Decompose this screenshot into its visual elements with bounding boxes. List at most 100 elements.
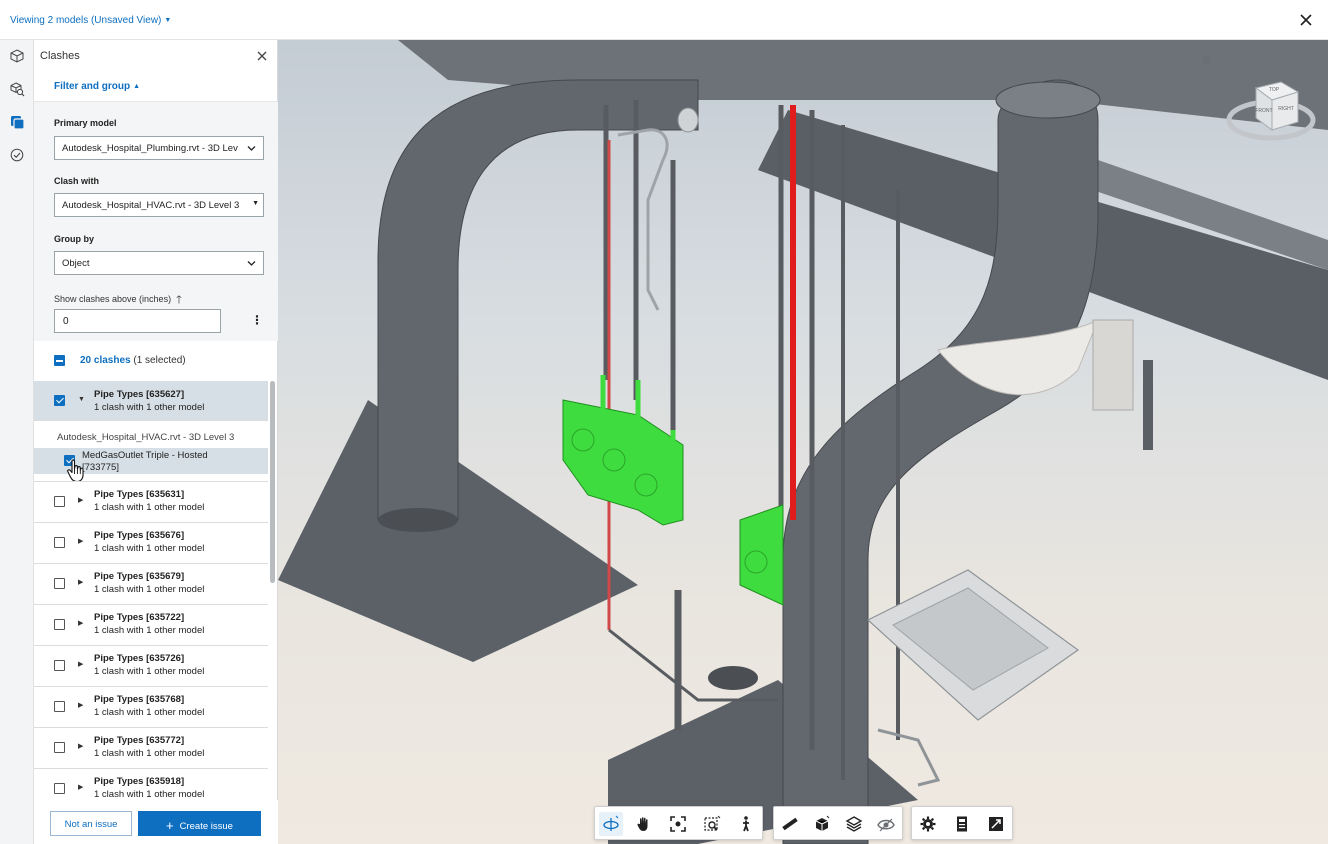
- clash-group-row[interactable]: ▶ Pipe Types [635772] 1 clash with 1 oth…: [34, 728, 268, 769]
- filter-toggle-label: Filter and group: [54, 81, 131, 92]
- model-properties-icon[interactable]: [950, 812, 974, 836]
- close-icon[interactable]: [1298, 12, 1314, 28]
- caret-up-icon: ▲: [133, 83, 141, 90]
- more-options-icon[interactable]: ⋮: [251, 313, 263, 329]
- chevron-down-icon: [246, 258, 257, 269]
- row-checkbox[interactable]: [54, 701, 65, 712]
- group-by-value: Object: [62, 258, 90, 269]
- clash-with-select[interactable]: Autodesk_Hospital_HVAC.rvt - 3D Level 3 …: [54, 193, 264, 217]
- visibility-eye-icon[interactable]: [874, 812, 898, 836]
- pan-hand-icon[interactable]: [632, 812, 656, 836]
- settings-gear-icon[interactable]: [916, 812, 940, 836]
- zoom-window-icon[interactable]: [700, 812, 724, 836]
- clash-group-row[interactable]: ▶ Pipe Types [635631] 1 clash with 1 oth…: [34, 482, 268, 523]
- row-checkbox[interactable]: [54, 619, 65, 630]
- caret-down-icon: ▼: [164, 17, 172, 24]
- expand-right-icon[interactable]: ▶: [78, 619, 83, 627]
- row-checkbox[interactable]: [54, 395, 65, 406]
- caret-down-icon: ▼: [250, 200, 259, 207]
- clash-group-row[interactable]: ▶ Pipe Types [635768] 1 clash with 1 oth…: [34, 687, 268, 728]
- select-all-checkbox[interactable]: [54, 355, 65, 366]
- row-title: Pipe Types [635918]: [94, 776, 185, 787]
- pipe: [608, 628, 778, 702]
- expand-right-icon[interactable]: ▶: [78, 496, 83, 504]
- shower-head: [677, 107, 699, 133]
- group-by-label: Group by: [54, 234, 94, 244]
- view-title-text: Viewing 2 models (Unsaved View): [10, 15, 162, 26]
- create-issue-button[interactable]: + Create issue: [138, 811, 261, 836]
- row-subtitle: 1 clash with 1 other model: [94, 789, 205, 797]
- row-checkbox[interactable]: [54, 783, 65, 794]
- settings-toolbar: [911, 806, 1013, 840]
- row-title: Pipe Types [635726]: [94, 653, 185, 664]
- expand-down-icon[interactable]: ▼: [78, 396, 85, 403]
- top-bar: Viewing 2 models (Unsaved View) ▼: [0, 0, 1328, 40]
- expand-right-icon[interactable]: ▶: [78, 701, 83, 709]
- clash-count[interactable]: 20 clashes: [80, 355, 131, 366]
- model-search-icon[interactable]: [7, 79, 27, 99]
- row-subtitle: 1 clash with 1 other model: [94, 666, 205, 677]
- model-scene[interactable]: [278, 40, 1328, 844]
- navigation-toolbar: [594, 806, 763, 840]
- threshold-input[interactable]: 0: [54, 309, 221, 333]
- row-title: Pipe Types [635631]: [94, 489, 185, 500]
- 3d-viewport[interactable]: TOP FRONT RIGHT: [278, 40, 1328, 844]
- clash-with-value: Autodesk_Hospital_HVAC.rvt - 3D Level 3: [62, 200, 240, 211]
- sink-bracket: [1092, 319, 1134, 411]
- row-subtitle: 1 clash with 1 other model: [94, 543, 205, 554]
- cube-icon[interactable]: [7, 46, 27, 66]
- clash-group-row[interactable]: ▶ Pipe Types [635918] 1 clash with 1 oth…: [34, 769, 268, 797]
- clash-group-row[interactable]: ▼ Pipe Types [635627] 1 clash with 1 oth…: [34, 381, 268, 421]
- row-subtitle: 1 clash with 1 other model: [94, 584, 205, 595]
- clash-group-row[interactable]: ▶ Pipe Types [635726] 1 clash with 1 oth…: [34, 646, 268, 687]
- view-cube[interactable]: TOP FRONT RIGHT: [1226, 68, 1316, 148]
- fit-to-view-icon[interactable]: [666, 812, 690, 836]
- floor-drain: [708, 666, 758, 690]
- chevron-down-icon: [246, 143, 257, 154]
- layers-icon[interactable]: [842, 812, 866, 836]
- arrow-up-icon[interactable]: 🡑: [176, 291, 182, 310]
- expand-right-icon[interactable]: ▶: [78, 537, 83, 545]
- clash-object-green: [739, 504, 784, 606]
- walk-person-icon[interactable]: [734, 812, 758, 836]
- orbit-icon[interactable]: [599, 812, 623, 836]
- expand-right-icon[interactable]: ▶: [78, 660, 83, 668]
- measure-ruler-icon[interactable]: [778, 812, 802, 836]
- left-rail: [0, 40, 34, 844]
- row-checkbox[interactable]: [54, 660, 65, 671]
- filter-and-group-toggle[interactable]: Filter and group ▲: [54, 81, 140, 92]
- row-title: Pipe Types [635676]: [94, 530, 185, 541]
- expand-right-icon[interactable]: ▶: [78, 742, 83, 750]
- section-box-icon[interactable]: [810, 812, 834, 836]
- viewcube-front-label: FRONT: [1255, 108, 1272, 114]
- clash-group-row[interactable]: ▶ Pipe Types [635676] 1 clash with 1 oth…: [34, 523, 268, 564]
- row-checkbox[interactable]: [54, 496, 65, 507]
- selected-count: (1 selected): [133, 355, 186, 366]
- list-scrollbar[interactable]: [270, 381, 275, 583]
- clash-group-row[interactable]: ▶ Pipe Types [635679] 1 clash with 1 oth…: [34, 564, 268, 605]
- row-subtitle: 1 clash with 1 other model: [94, 625, 205, 636]
- primary-model-select[interactable]: Autodesk_Hospital_Plumbing.rvt - 3D Lev: [54, 136, 264, 160]
- expand-right-icon[interactable]: ▶: [78, 578, 83, 586]
- panel-footer: Not an issue + Create issue: [34, 800, 278, 844]
- clash-summary: 20 clashes (1 selected): [34, 341, 278, 381]
- summary-text: 20 clashes (1 selected): [80, 355, 186, 366]
- home-icon[interactable]: [1200, 52, 1214, 66]
- row-checkbox[interactable]: [54, 742, 65, 753]
- threshold-label-text: Show clashes above (inches): [54, 294, 172, 304]
- clashes-icon[interactable]: [7, 112, 27, 132]
- not-an-issue-button[interactable]: Not an issue: [50, 811, 132, 836]
- clash-item-row[interactable]: MedGasOutlet Triple - Hosted [733775]: [34, 448, 268, 483]
- clash-group-row[interactable]: ▶ Pipe Types [635722] 1 clash with 1 oth…: [34, 605, 268, 646]
- group-by-select[interactable]: Object: [54, 251, 264, 275]
- fullscreen-icon[interactable]: [984, 812, 1008, 836]
- view-selector[interactable]: Viewing 2 models (Unsaved View) ▼: [10, 15, 171, 26]
- expand-right-icon[interactable]: ▶: [78, 783, 83, 791]
- row-title: Pipe Types [635772]: [94, 735, 185, 746]
- row-checkbox[interactable]: [54, 578, 65, 589]
- issues-check-icon[interactable]: [7, 145, 27, 165]
- row-subtitle: 1 clash with 1 other model: [94, 707, 205, 718]
- close-panel-icon[interactable]: [256, 50, 268, 62]
- row-checkbox[interactable]: [54, 537, 65, 548]
- panel-title: Clashes: [40, 50, 80, 62]
